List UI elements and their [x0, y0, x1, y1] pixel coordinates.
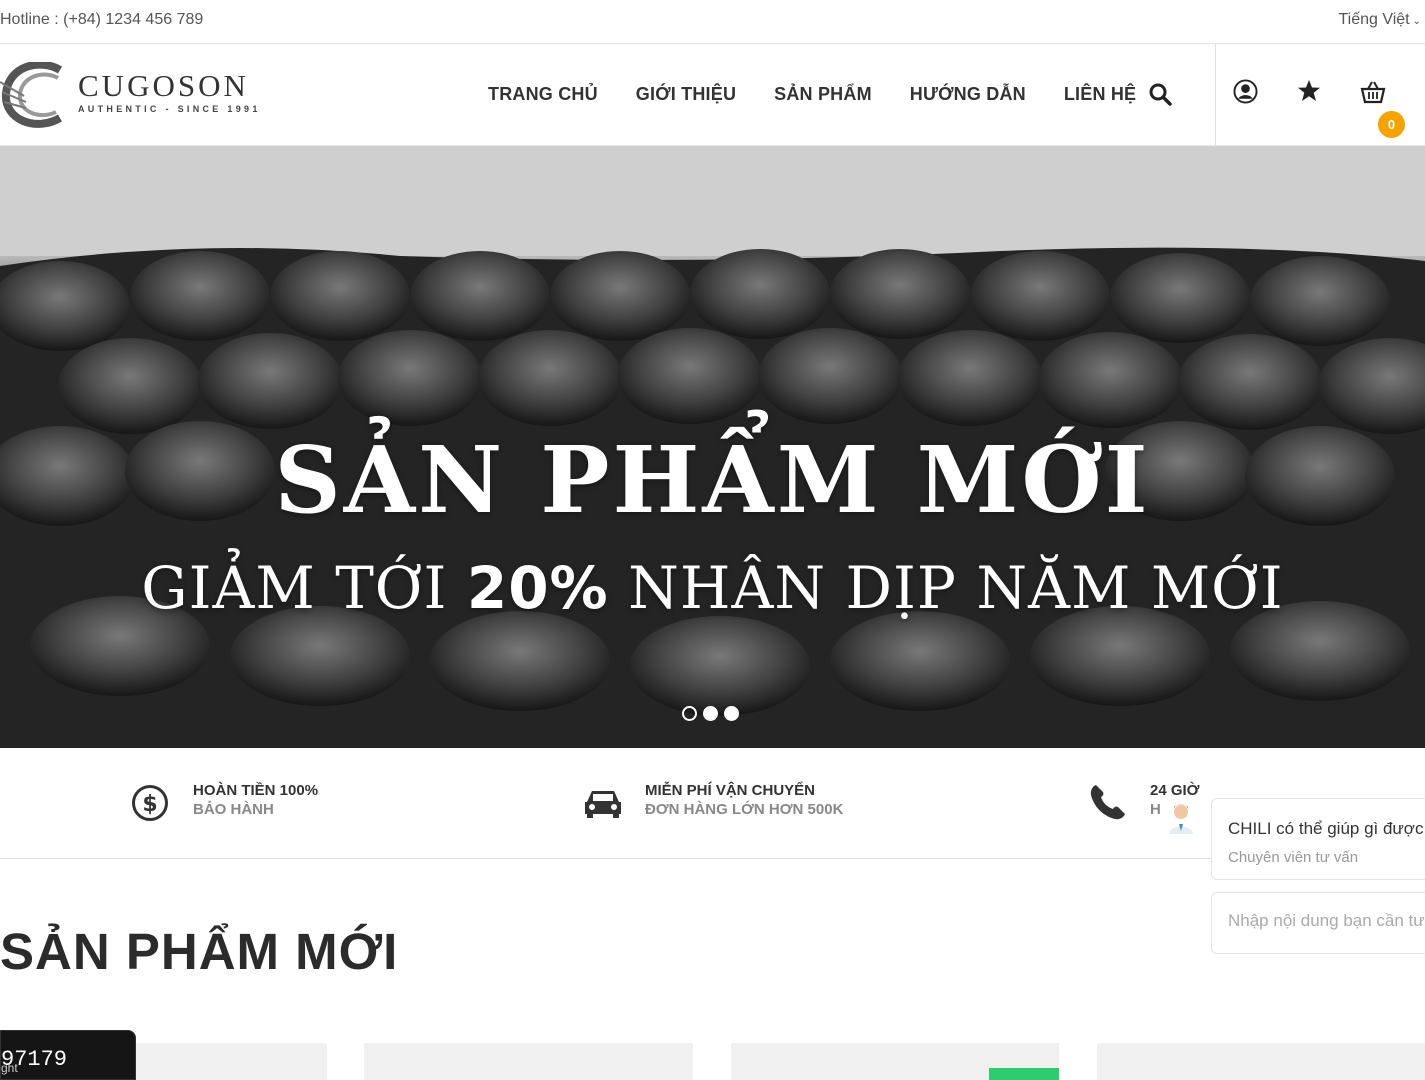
- logo-name: CUGOSON: [78, 68, 249, 103]
- nav-item-about[interactable]: GIỚI THIỆU: [636, 84, 736, 105]
- chat-avatar: [1164, 800, 1198, 834]
- chat-agent-role: Chuyên viên tư vấn: [1228, 849, 1359, 866]
- car-icon: [583, 788, 623, 823]
- slider-dots: [682, 706, 739, 721]
- hero-slider[interactable]: SẢN PHẨM MỚI GIẢM TỚI 20% NHÂN DỊP NĂM M…: [0, 146, 1425, 748]
- sale-badge: [989, 1068, 1059, 1080]
- svg-text:$: $: [142, 792, 157, 817]
- hero-subtitle: GIẢM TỚI 20% NHÂN DỊP NĂM MỚI: [0, 554, 1425, 622]
- nav-item-contact[interactable]: LIÊN HỆ: [1064, 84, 1136, 105]
- language-selector[interactable]: Tiếng Việt ⌄: [1338, 11, 1421, 29]
- header-divider: [1215, 44, 1216, 145]
- hero-subtitle-post: NHÂN DỊP NĂM MỚI: [608, 554, 1284, 622]
- product-card[interactable]: [364, 1043, 693, 1080]
- chat-widget[interactable]: CHILI có thể giúp gì được Chuyên viên tư…: [1211, 798, 1425, 880]
- hero-title: SẢN PHẨM MỚI: [274, 426, 1151, 534]
- nav-item-guide[interactable]: HƯỚNG DẪN: [910, 84, 1026, 105]
- main-nav: TRANG CHỦ GIỚI THIỆU SẢN PHẨM HƯỚNG DẪN …: [488, 44, 1174, 145]
- hero-subtitle-discount: 20%: [466, 554, 609, 622]
- chevron-down-icon: ⌄: [1412, 16, 1421, 27]
- feature-title: HOÀN TIỀN 100%: [193, 782, 319, 799]
- logo-tagline: AUTHENTIC - SINCE 1991: [78, 104, 261, 114]
- language-label: Tiếng Việt: [1338, 11, 1410, 28]
- site-header: CUGOSON AUTHENTIC - SINCE 1991 TRANG CHỦ…: [0, 44, 1425, 146]
- dollar-icon: $: [131, 784, 169, 827]
- chat-message: CHILI có thể giúp gì được: [1228, 819, 1424, 838]
- cart-icon[interactable]: [1360, 80, 1386, 109]
- visitor-counter: 97179 ght: [0, 1030, 136, 1080]
- nav-item-products[interactable]: SẢN PHẨM: [774, 84, 872, 105]
- slider-dot[interactable]: [724, 706, 739, 721]
- product-card[interactable]: [1097, 1043, 1425, 1080]
- feature-title: 24 GIỜ: [1150, 782, 1200, 799]
- logo[interactable]: CUGOSON AUTHENTIC - SINCE 1991: [0, 62, 270, 128]
- feature-title: MIỄN PHÍ VẬN CHUYỂN: [645, 782, 816, 799]
- section-title: SẢN PHẨM MỚI: [0, 923, 399, 980]
- feature-refund: HOÀN TIỀN 100% BẢO HÀNH: [193, 782, 318, 818]
- search-icon[interactable]: [1148, 82, 1172, 111]
- counter-label: ght: [1, 1061, 18, 1075]
- hero-subtitle-pre: GIẢM TỚI: [141, 554, 467, 622]
- phone-icon: [1088, 782, 1128, 827]
- slider-dot[interactable]: [682, 706, 697, 721]
- feature-shipping: MIỄN PHÍ VẬN CHUYỂN ĐƠN HÀNG LỚN HƠN 500…: [645, 782, 843, 818]
- user-icon[interactable]: [1233, 79, 1258, 109]
- hotline-text: Hotline : (+84) 1234 456 789: [0, 11, 204, 28]
- top-bar: Hotline : (+84) 1234 456 789 Tiếng Việt ⌄: [0, 0, 1425, 44]
- feature-subtitle: ĐƠN HÀNG LỚN HƠN 500K: [645, 801, 844, 818]
- cart-count-badge: 0: [1378, 111, 1405, 138]
- chat-input[interactable]: Nhập nội dung bạn cần tư: [1211, 892, 1425, 954]
- nav-item-home[interactable]: TRANG CHỦ: [488, 84, 598, 105]
- star-icon[interactable]: [1297, 79, 1321, 107]
- logo-emblem-icon: [0, 62, 63, 128]
- feature-subtitle: BẢO HÀNH: [193, 801, 274, 818]
- slider-dot-active[interactable]: [703, 706, 718, 721]
